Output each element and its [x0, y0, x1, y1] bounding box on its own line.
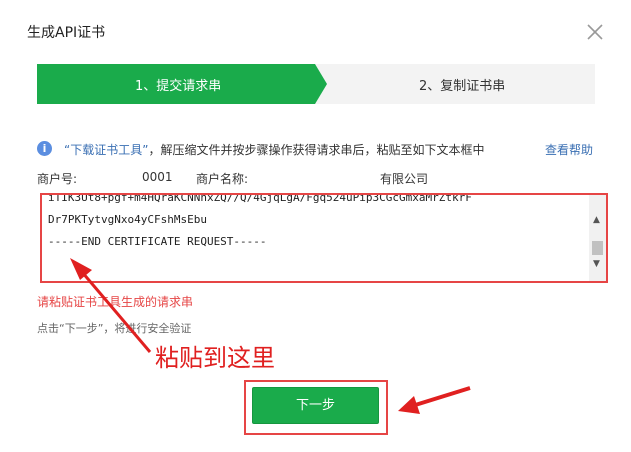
step-1-label: 1、提交请求串	[135, 79, 222, 94]
merchant-id-label: 商户号:	[37, 172, 78, 186]
step-bar-shapes	[37, 64, 595, 104]
step-2-label: 2、复制证书串	[419, 79, 506, 94]
next-button[interactable]: 下一步	[252, 387, 379, 424]
close-icon	[587, 24, 603, 40]
scroll-thumb[interactable]	[592, 241, 603, 255]
download-tool-link[interactable]: “下载证书工具”	[64, 143, 148, 157]
merchant-name-value: 有限公司	[380, 172, 429, 186]
help-link[interactable]: 查看帮助	[545, 141, 593, 158]
validation-error: 请粘贴证书工具生成的请求串	[37, 295, 194, 309]
security-note: 点击“下一步”，将进行安全验证	[37, 322, 192, 335]
dialog-title: 生成API证书	[27, 25, 106, 41]
close-button[interactable]	[584, 21, 606, 43]
info-instruction: ，解压缩文件并按步骤操作获得请求串后，粘贴至如下文本框中	[148, 143, 485, 157]
request-string-textarea[interactable]: iTIK3Ut8+pgf+m4HQraKCNNhxZQ//Q/4GjqLgA/F…	[40, 193, 608, 283]
step-indicator: 1、提交请求串 2、复制证书串	[37, 64, 595, 104]
scroll-up-icon[interactable]: ▲	[593, 215, 600, 225]
merchant-name-label: 商户名称:	[196, 172, 249, 186]
info-row: i “下载证书工具”，解压缩文件并按步骤操作获得请求串后，粘贴至如下文本框中 查…	[37, 140, 597, 158]
merchant-id-value: 0001	[142, 170, 173, 184]
info-text: “下载证书工具”，解压缩文件并按步骤操作获得请求串后，粘贴至如下文本框中	[64, 141, 484, 158]
request-string-content: iTIK3Ut8+pgf+m4HQraKCNNhxZQ//Q/4GjqLgA/F…	[48, 193, 472, 248]
scroll-down-icon[interactable]: ▼	[593, 259, 600, 269]
textarea-scrollbar[interactable]: ▲ ▼	[589, 195, 606, 281]
info-icon: i	[37, 141, 52, 156]
arrow-to-next-button	[398, 386, 471, 414]
api-cert-dialog: 生成API证书 1、提交请求串 2、复制证书串 i “下载证书工具”，解压缩文件…	[0, 0, 631, 452]
annotation-label: 粘贴到这里	[155, 344, 275, 372]
